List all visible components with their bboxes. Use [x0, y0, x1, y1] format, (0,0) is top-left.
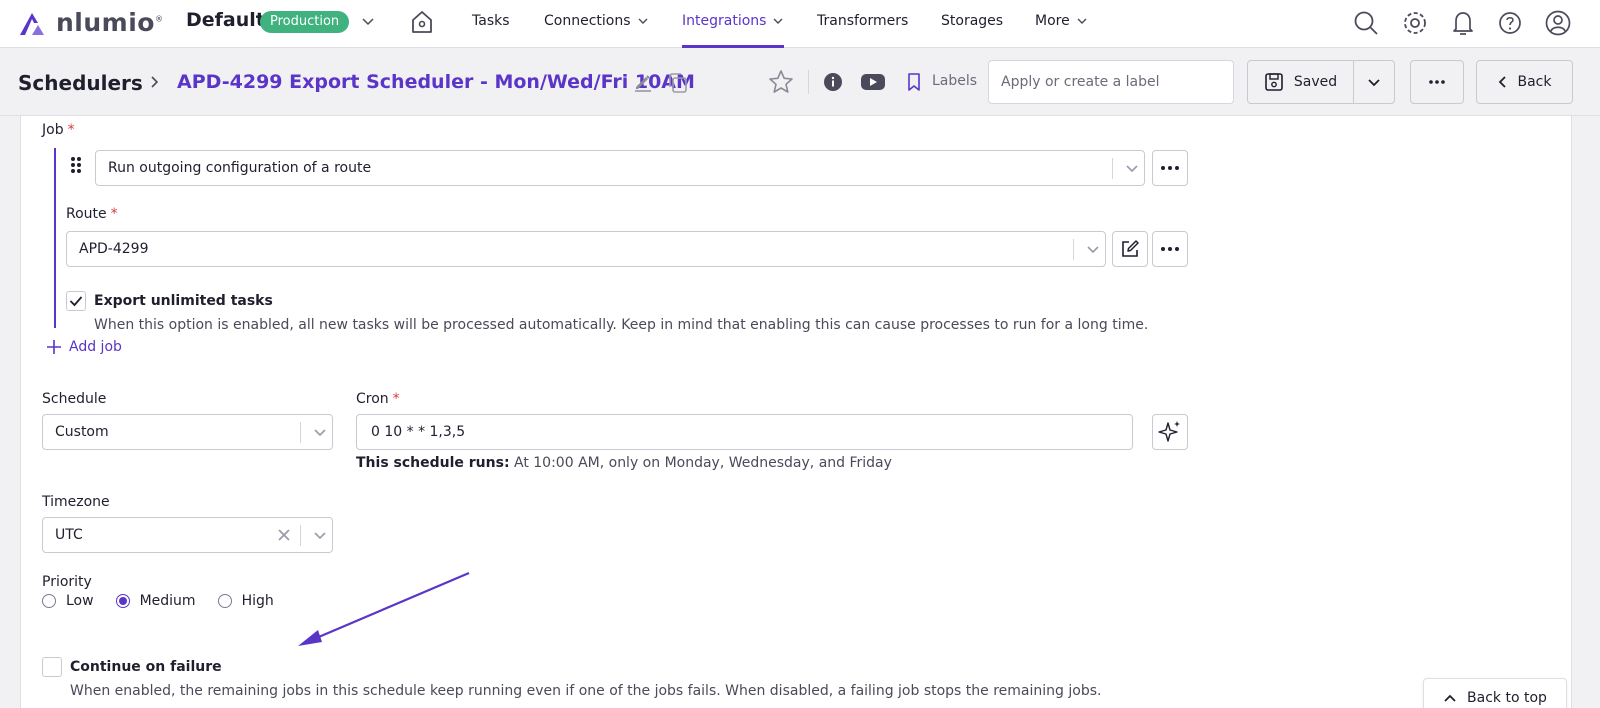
edit-icon[interactable]: [633, 72, 653, 92]
ellipsis-icon: [1161, 247, 1179, 251]
continue-on-failure-help: When enabled, the remaining jobs in this…: [70, 683, 1102, 699]
edit-icon: [1122, 240, 1139, 257]
chevron-down-icon: [638, 18, 648, 24]
save-button-group: Saved: [1247, 60, 1395, 104]
star-icon[interactable]: [767, 68, 795, 96]
cron-input[interactable]: [356, 414, 1133, 450]
nav-item-connections[interactable]: Connections: [544, 13, 649, 29]
chevron-left-icon: [1498, 76, 1506, 88]
drag-handle-icon[interactable]: [70, 156, 82, 174]
job-label: Job *: [42, 122, 75, 138]
radio-low[interactable]: [42, 594, 56, 608]
home-icon[interactable]: [409, 9, 435, 35]
page-title: APD-4299 Export Scheduler - Mon/Wed/Fri …: [177, 71, 695, 93]
timezone-select[interactable]: UTC: [42, 517, 333, 553]
video-icon[interactable]: [860, 72, 886, 92]
route-label: Route *: [66, 206, 118, 222]
export-unlimited-checkbox[interactable]: [66, 291, 86, 311]
more-actions-button[interactable]: [1410, 60, 1464, 104]
labels-label: Labels: [932, 73, 978, 89]
page-header: Schedulers APD-4299 Export Scheduler - M…: [0, 48, 1600, 116]
chevron-down-icon: [314, 429, 326, 437]
environment-badge[interactable]: Production: [260, 11, 350, 33]
continue-on-failure-label: Continue on failure: [70, 659, 222, 675]
check-icon: [69, 296, 83, 307]
nav-item-more[interactable]: More: [1035, 13, 1088, 29]
chevron-down-icon: [1126, 165, 1138, 173]
priority-option-medium[interactable]: Medium: [115, 593, 196, 609]
search-icon[interactable]: [1352, 9, 1380, 37]
copy-icon[interactable]: [667, 72, 689, 94]
chevron-up-icon: [1444, 694, 1456, 702]
save-icon: [1265, 73, 1283, 91]
annotation-arrow: [298, 571, 470, 646]
priority-option-high[interactable]: High: [217, 593, 274, 609]
bell-icon[interactable]: [1450, 9, 1476, 37]
chevron-right-icon: [151, 76, 159, 88]
export-unlimited-help: When this option is enabled, all new tas…: [94, 317, 1149, 333]
chevron-down-icon: [1077, 18, 1087, 24]
plus-icon: [47, 340, 61, 354]
saved-button[interactable]: Saved: [1248, 61, 1354, 103]
radio-high[interactable]: [217, 594, 232, 608]
help-icon[interactable]: [1497, 9, 1523, 37]
logo[interactable]: nlumio®: [18, 8, 163, 37]
header-divider: [808, 70, 809, 94]
cron-label: Cron *: [356, 391, 400, 407]
ellipsis-icon: [1429, 80, 1445, 84]
ellipsis-icon: [1161, 166, 1179, 170]
back-to-top-button[interactable]: Back to top: [1423, 678, 1567, 708]
clear-icon[interactable]: [277, 528, 291, 542]
cron-description: This schedule runs: At 10:00 AM, only on…: [356, 455, 892, 471]
edit-route-button[interactable]: [1112, 231, 1148, 267]
nav-item-tasks[interactable]: Tasks: [472, 13, 510, 29]
info-icon[interactable]: [823, 72, 843, 92]
cron-assistant-button[interactable]: [1152, 414, 1188, 450]
export-unlimited-label: Export unlimited tasks: [94, 293, 273, 309]
nav-item-integrations[interactable]: Integrations: [682, 13, 784, 29]
logo-icon: [20, 12, 44, 35]
chevron-down-icon: [314, 532, 326, 540]
user-icon[interactable]: [1544, 9, 1572, 37]
scheduler-form: Job * Run outgoing configuration of a rou…: [20, 116, 1572, 708]
job-options-button[interactable]: [1152, 150, 1188, 186]
logo-text: nlumio®: [56, 8, 164, 37]
breadcrumb-root[interactable]: Schedulers: [18, 71, 143, 95]
environment-name[interactable]: Default: [186, 9, 265, 31]
schedule-select[interactable]: Custom: [42, 414, 333, 450]
priority-label: Priority: [42, 574, 92, 590]
route-options-button[interactable]: [1152, 231, 1188, 267]
add-job-button[interactable]: Add job: [47, 339, 122, 355]
top-navigation: nlumio® Default Production Tasks Connect…: [0, 0, 1600, 48]
nav-item-transformers[interactable]: Transformers: [817, 13, 908, 29]
chevron-down-icon: [1087, 246, 1099, 254]
job-select[interactable]: Run outgoing configuration of a route: [95, 150, 1145, 186]
timezone-label: Timezone: [42, 494, 110, 510]
gear-icon[interactable]: [1401, 9, 1429, 37]
sparkle-icon: [1158, 421, 1180, 442]
back-button[interactable]: Back: [1476, 60, 1573, 104]
chevron-down-icon[interactable]: [361, 14, 375, 28]
priority-option-low[interactable]: Low: [42, 593, 94, 609]
chevron-down-icon: [773, 18, 783, 24]
schedule-label: Schedule: [42, 391, 107, 407]
radio-medium[interactable]: [115, 594, 130, 608]
chevron-down-icon: [1368, 79, 1380, 87]
route-select[interactable]: APD-4299: [66, 231, 1106, 267]
nav-item-storages[interactable]: Storages: [941, 13, 1003, 29]
job-group-rail: [54, 148, 56, 328]
priority-radio-group: Low Medium High: [42, 593, 296, 609]
label-input[interactable]: [988, 60, 1234, 104]
continue-on-failure-checkbox[interactable]: [42, 657, 62, 677]
save-options-button[interactable]: [1354, 61, 1394, 103]
bookmark-icon: [908, 73, 920, 91]
